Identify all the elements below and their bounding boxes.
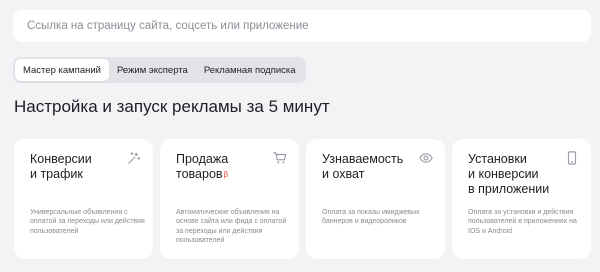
cart-icon [273,152,287,164]
card-awareness-reach[interactable]: Узнаваемость и охват Оплата за показы им… [306,139,445,259]
card-title-line: Продажа [176,152,229,166]
mode-tabs: Мастер кампаний Режим эксперта Рекламная… [13,57,306,83]
eye-icon [419,153,433,163]
card-description: Оплата за показы имиджевых баннеров и ви… [322,209,420,226]
beta-badge: β [223,170,229,179]
tab-expert-mode[interactable]: Режим эксперта [109,59,196,81]
card-product-sales[interactable]: Продажа товаровβ Автоматические объявлен… [160,139,299,259]
tab-ad-subscription[interactable]: Рекламная подписка [196,59,304,81]
card-description: Универсальные объявления с оплатой за пе… [30,209,145,235]
card-description: Автоматические объявления на основе сайт… [176,209,287,244]
page-title: Настройка и запуск рекламы за 5 минут [14,97,330,116]
card-title-line: товаров [176,167,223,181]
card-title-line: Узнаваемость [322,152,404,166]
card-title-line: Установки [468,152,527,166]
smartphone-icon [567,151,577,165]
search-input[interactable] [13,10,591,42]
card-title-line: в приложении [468,182,550,196]
card-title: Узнаваемость и охват [322,152,422,182]
card-conversions-traffic[interactable]: Конверсии и трафик Универсальные объявле… [14,139,153,259]
card-title: Конверсии и трафик [30,152,130,182]
tab-campaign-wizard[interactable]: Мастер кампаний [15,59,109,81]
card-title: Установки и конверсии в приложении [468,152,568,197]
card-title-line: Конверсии [30,152,92,166]
card-title-line: и трафик [30,167,83,181]
card-app-installs[interactable]: Установки и конверсии в приложении Оплат… [452,139,591,259]
card-title: Продажа товаровβ [176,152,276,182]
card-title-line: и конверсии [468,167,539,181]
magic-wand-icon [128,152,141,164]
card-description: Оплата за установки и действия пользоват… [468,209,577,235]
card-title-line: и охват [322,167,365,181]
